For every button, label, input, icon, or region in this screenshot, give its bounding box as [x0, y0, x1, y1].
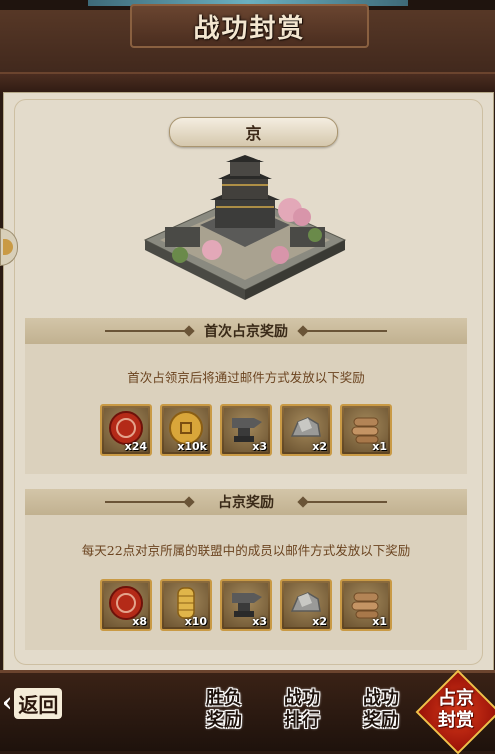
reward-item[interactable]: x3	[220, 404, 272, 456]
tab-label-line2: 排行	[284, 710, 320, 731]
divider	[105, 501, 185, 503]
reward-count: x1	[372, 440, 387, 453]
tab-occupy-capital-rewards[interactable]: 占京 封赏	[415, 669, 495, 754]
daily-occupy-title: 占京奖励	[218, 495, 274, 511]
divider-diamond	[183, 325, 195, 337]
tab-label-line2: 奖励	[363, 710, 399, 731]
divider	[105, 330, 185, 332]
back-button[interactable]: ‹ 返回	[0, 683, 80, 723]
reward-item[interactable]: x3	[220, 579, 272, 631]
tab-merit-ranking[interactable]: 战功 排行	[270, 680, 334, 740]
reward-item[interactable]: x24	[100, 404, 152, 456]
reward-item[interactable]: x1	[340, 404, 392, 456]
tab-label-line1: 战功	[284, 688, 320, 709]
first-occupy-header: 首次占京奖励	[25, 318, 467, 344]
back-label: 返回	[14, 687, 63, 719]
page-title: 战功封赏	[193, 13, 306, 44]
reward-item[interactable]: x8	[100, 579, 152, 631]
chevron-left-icon: ‹	[2, 688, 13, 718]
reward-item[interactable]: x10k	[160, 404, 212, 456]
tab-merit-rewards[interactable]: 战功 奖励	[349, 680, 413, 740]
reward-item[interactable]: x2	[280, 579, 332, 631]
tab-label-line1: 战功	[363, 688, 399, 709]
reward-count: x8	[132, 615, 147, 628]
tab-label-line1: 胜负	[206, 688, 242, 709]
reward-count: x3	[252, 440, 267, 453]
reward-count: x3	[252, 615, 267, 628]
page-title-plate: 战功封赏	[130, 4, 369, 48]
reward-item[interactable]: x2	[280, 404, 332, 456]
tab-win-loss-rewards[interactable]: 胜负 奖励	[192, 680, 256, 740]
reward-count: x24	[124, 440, 147, 453]
tab-label-line2: 奖励	[206, 710, 242, 731]
reward-count: x1	[372, 615, 387, 628]
reward-count: x10	[184, 615, 207, 628]
divider	[307, 501, 387, 503]
divider-diamond	[183, 496, 195, 508]
header-beam	[0, 72, 495, 94]
side-tab-icon	[3, 239, 13, 255]
reward-item[interactable]: x1	[340, 579, 392, 631]
first-occupy-title: 首次占京奖励	[204, 324, 288, 340]
reward-count: x2	[312, 440, 327, 453]
castle-illustration	[143, 155, 347, 300]
city-name-plate: 京	[169, 117, 338, 147]
reward-count: x10k	[177, 440, 207, 453]
tab-label-line2: 封赏	[438, 710, 474, 731]
daily-occupy-header: 占京奖励	[25, 489, 467, 515]
divider	[307, 330, 387, 332]
reward-count: x2	[312, 615, 327, 628]
tab-label-line1: 占京	[438, 688, 474, 709]
daily-occupy-description: 每天22点对京所属的联盟中的成员以邮件方式发放以下奖励	[81, 543, 411, 558]
first-occupy-description: 首次占领京后将通过邮件方式发放以下奖励	[127, 370, 365, 385]
city-name: 京	[245, 124, 262, 143]
reward-item[interactable]: x10	[160, 579, 212, 631]
